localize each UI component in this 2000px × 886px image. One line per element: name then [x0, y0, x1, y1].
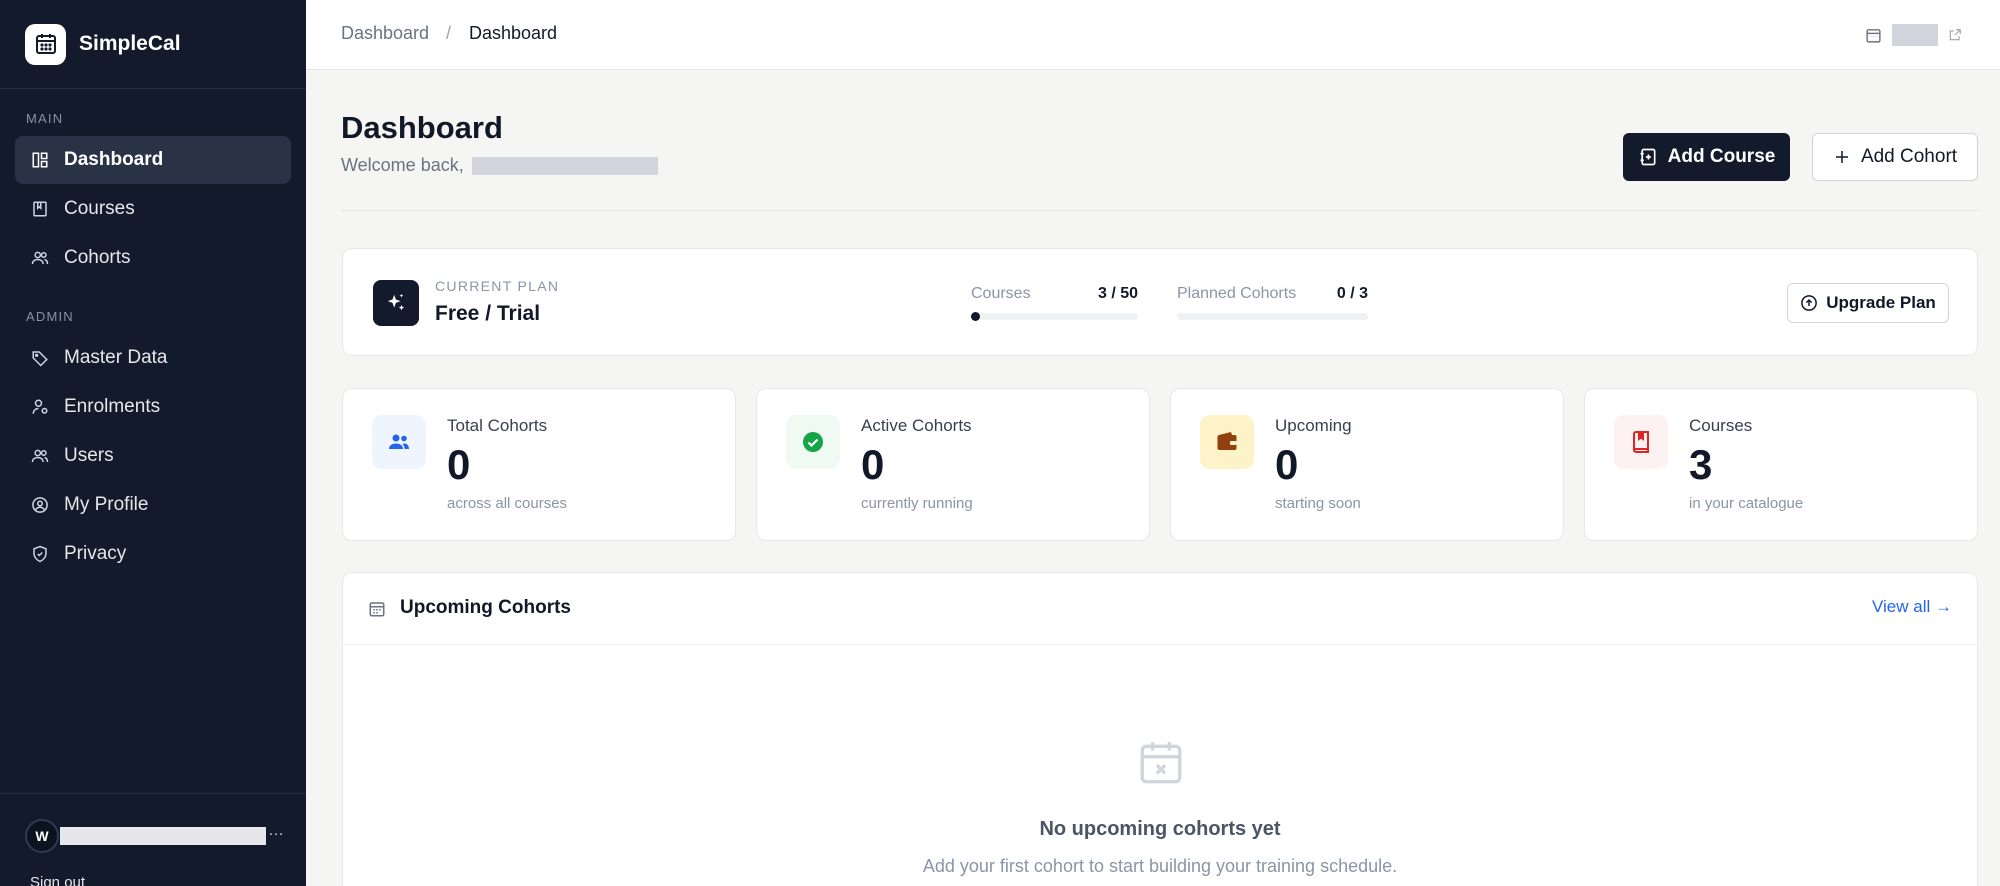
stat-card-total-cohorts: Total Cohorts 0 across all courses — [342, 388, 736, 541]
user-name-ellipsis: … — [268, 822, 284, 839]
sidebar-item-my-profile[interactable]: My Profile — [15, 481, 291, 529]
public-calendar-link[interactable] — [1865, 24, 1962, 46]
divider — [341, 210, 1978, 211]
shield-icon — [31, 545, 49, 563]
plus-icon — [1835, 151, 1848, 163]
panel-title: Upcoming Cohorts — [400, 597, 571, 618]
users-icon — [31, 249, 49, 267]
bookmark-book-icon — [1614, 415, 1668, 469]
empty-state-title: No upcoming cohorts yet — [1039, 818, 1281, 840]
panel-header: Upcoming Cohorts View all → — [343, 573, 1977, 645]
topbar: Dashboard / Dashboard — [306, 0, 2000, 70]
calendar-icon — [369, 602, 385, 617]
users-icon — [372, 415, 426, 469]
arrow-up-circle-icon — [1801, 295, 1818, 311]
sidebar-item-dashboard[interactable]: Dashboard — [15, 136, 291, 184]
stat-label: Courses — [1689, 416, 1753, 435]
upgrade-plan-button[interactable]: Upgrade Plan — [1787, 283, 1949, 323]
sidebar-item-courses[interactable]: Courses — [15, 185, 291, 233]
stat-subtext: across all courses — [447, 495, 568, 512]
sidebar-item-label: Privacy — [64, 543, 127, 564]
stat-card-upcoming: Upcoming 0 starting soon — [1170, 388, 1564, 541]
usage-progress-bar — [971, 312, 1138, 321]
app-name: SimpleCal — [79, 32, 181, 55]
layout-dashboard-icon — [31, 151, 49, 169]
stat-subtext: starting soon — [1275, 495, 1361, 512]
section-label-main: MAIN — [26, 111, 64, 126]
welcome-text: Welcome back, — [341, 155, 464, 175]
breadcrumb-separator: / — [446, 23, 452, 43]
stat-value: 3 — [1689, 441, 1713, 488]
user-name-redacted — [472, 157, 658, 175]
book-icon — [31, 200, 49, 218]
sidebar-item-enrolments[interactable]: Enrolments — [15, 383, 291, 431]
usage-label: Planned Cohorts — [1177, 285, 1297, 302]
breadcrumb-current: Dashboard — [469, 23, 558, 43]
breadcrumb-item[interactable]: Dashboard — [341, 23, 429, 44]
user-footer[interactable]: W … Sign out — [0, 793, 306, 886]
user-circle-icon — [31, 496, 49, 514]
user-name-redacted — [60, 827, 266, 845]
sidebar: SimpleCal MAIN Dashboard Courses Cohorts… — [0, 0, 306, 886]
sidebar-item-label: Master Data — [64, 347, 168, 368]
calendar-x-icon — [1140, 742, 1182, 784]
sidebar-item-master-data[interactable]: Master Data — [15, 334, 291, 382]
usage-planned-cohorts: Planned Cohorts 0 / 3 — [1177, 285, 1368, 320]
sidebar-item-cohorts[interactable]: Cohorts — [15, 234, 291, 282]
add-cohort-label: Add Cohort — [1860, 146, 1958, 167]
empty-state-subtitle: Add your first cohort to start building … — [922, 856, 1398, 876]
check-circle-icon — [786, 415, 840, 469]
add-course-button[interactable]: Add Course — [1623, 133, 1790, 181]
calendar-icon — [1866, 28, 1881, 43]
redacted-text — [1892, 24, 1938, 46]
stat-value: 0 — [447, 441, 471, 488]
plan-label: CURRENT PLAN — [435, 278, 560, 294]
plan-name: Free / Trial — [435, 302, 541, 325]
avatar[interactable]: W — [25, 819, 59, 853]
stat-value: 0 — [1275, 441, 1299, 488]
upgrade-plan-label: Upgrade Plan — [1826, 293, 1936, 312]
usage-value: 3 / 50 — [1097, 285, 1138, 302]
stat-card-active-cohorts: Active Cohorts 0 currently running — [756, 388, 1150, 541]
sidebar-item-label: Dashboard — [64, 149, 164, 170]
brand[interactable]: SimpleCal — [0, 0, 306, 89]
add-notebook-icon — [1640, 148, 1656, 166]
stat-card-courses: Courses 3 in your catalogue — [1584, 388, 1978, 541]
sidebar-item-users[interactable]: Users — [15, 432, 291, 480]
usage-progress-fill — [971, 312, 980, 321]
page-title: Dashboard — [341, 110, 503, 145]
sidebar-item-label: My Profile — [64, 494, 149, 515]
stat-label: Upcoming — [1275, 416, 1352, 435]
plan-card: CURRENT PLAN Free / Trial Courses 3 / 50… — [342, 248, 1978, 356]
section-label-admin: ADMIN — [26, 309, 74, 324]
stat-label: Active Cohorts — [861, 416, 972, 435]
user-check-icon — [31, 398, 49, 416]
wallet-icon — [1200, 415, 1254, 469]
usage-value: 0 / 3 — [1336, 285, 1368, 302]
tag-icon — [31, 349, 49, 367]
add-cohort-button[interactable]: Add Cohort — [1812, 133, 1978, 181]
stat-label: Total Cohorts — [447, 416, 548, 435]
upcoming-cohorts-panel: Upcoming Cohorts View all → No upcoming … — [342, 572, 1978, 886]
sign-out-link[interactable]: Sign out — [30, 874, 120, 886]
usage-label: Courses — [971, 285, 1031, 302]
add-course-label: Add Course — [1667, 146, 1776, 167]
sidebar-item-label: Courses — [64, 198, 135, 219]
external-link-icon — [1949, 29, 1961, 41]
stat-value: 0 — [861, 441, 885, 488]
stat-subtext: currently running — [861, 495, 973, 512]
sidebar-item-label: Enrolments — [64, 396, 161, 417]
view-all-link[interactable]: View all → — [1872, 597, 1952, 617]
calendar-logo-icon — [25, 23, 66, 65]
sidebar-item-privacy[interactable]: Privacy — [15, 530, 291, 578]
sidebar-item-label: Cohorts — [64, 247, 131, 268]
users-icon — [31, 447, 49, 465]
usage-progress-bar — [1177, 313, 1368, 320]
stat-subtext: in your catalogue — [1689, 495, 1804, 512]
usage-courses: Courses 3 / 50 — [971, 285, 1138, 321]
sidebar-item-label: Users — [64, 445, 114, 466]
sparkles-icon — [373, 280, 419, 326]
